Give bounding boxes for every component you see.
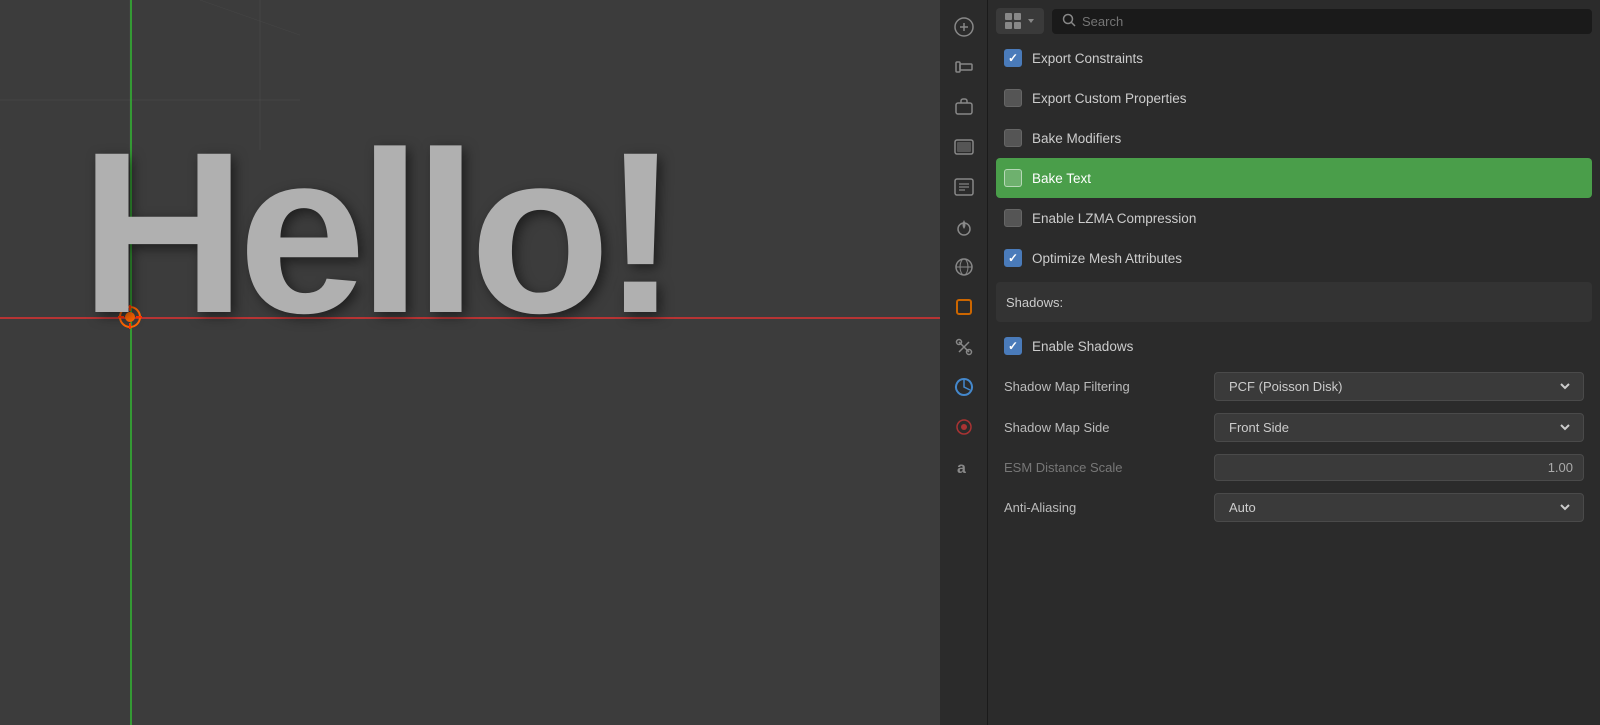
enable-lzma-checkbox[interactable] [1004,209,1022,227]
esm-distance-scale-field[interactable]: 1.00 [1214,454,1584,481]
bake-text-checkbox[interactable] [1004,169,1022,187]
output-icon[interactable] [945,168,983,206]
shadows-header-label: Shadows: [1006,295,1582,310]
export-constraints-row[interactable]: Export Constraints [996,38,1592,78]
dropdown-chevron-icon [1026,16,1036,26]
shadow-map-side-row: Shadow Map Side Front Side Back Side Bot… [996,407,1592,448]
shadow-map-side-select[interactable]: Front Side Back Side Both Sides [1225,419,1573,436]
enable-lzma-label: Enable LZMA Compression [1032,211,1584,226]
export-custom-properties-row[interactable]: Export Custom Properties [996,78,1592,118]
object-icon[interactable] [945,288,983,326]
hello-text-object: Hello! [80,100,671,365]
anti-aliasing-select[interactable]: Auto None 2x MSAA 4x MSAA 8x MSAA [1225,499,1573,516]
enable-lzma-row[interactable]: Enable LZMA Compression [996,198,1592,238]
settings-list: Export Constraints Export Custom Propert… [988,38,1600,725]
bake-modifiers-row[interactable]: Bake Modifiers [996,118,1592,158]
world-icon[interactable] [945,248,983,286]
esm-distance-scale-row: ESM Distance Scale 1.00 [996,448,1592,487]
search-input[interactable] [1082,14,1582,29]
constraint-icon[interactable] [945,328,983,366]
properties-panel: Export Constraints Export Custom Propert… [988,0,1600,725]
anti-aliasing-dropdown[interactable]: Auto None 2x MSAA 4x MSAA 8x MSAA [1214,493,1584,522]
enable-shadows-checkbox[interactable] [1004,337,1022,355]
3d-viewport[interactable]: Hello! [0,0,940,725]
bake-modifiers-checkbox[interactable] [1004,129,1022,147]
tool-icon[interactable] [945,8,983,46]
right-panel: a [940,0,1600,725]
enable-shadows-label: Enable Shadows [1032,339,1584,354]
scene-icon[interactable] [945,88,983,126]
shadows-section-header: Shadows: [996,282,1592,322]
data-icon[interactable] [945,408,983,446]
search-icon [1062,13,1076,30]
particles-icon[interactable]: a [945,448,983,486]
bake-modifiers-label: Bake Modifiers [1032,131,1584,146]
bake-text-row[interactable]: Bake Text [996,158,1592,198]
shadow-map-filtering-dropdown[interactable]: PCF (Poisson Disk) No Filtering ESM [1214,372,1584,401]
anti-aliasing-label: Anti-Aliasing [1004,500,1204,515]
shadow-map-filtering-select[interactable]: PCF (Poisson Disk) No Filtering ESM [1225,378,1573,395]
export-custom-properties-checkbox[interactable] [1004,89,1022,107]
optimize-mesh-label: Optimize Mesh Attributes [1032,251,1584,266]
export-custom-properties-label: Export Custom Properties [1032,91,1584,106]
shadow-map-filtering-row: Shadow Map Filtering PCF (Poisson Disk) … [996,366,1592,407]
shadow-map-side-dropdown[interactable]: Front Side Back Side Both Sides [1214,413,1584,442]
shadow-map-side-label: Shadow Map Side [1004,420,1204,435]
render-icon[interactable] [945,128,983,166]
esm-distance-scale-label: ESM Distance Scale [1004,460,1204,475]
wrench-icon[interactable] [945,48,983,86]
material-icon[interactable] [945,208,983,246]
optimize-mesh-checkbox[interactable] [1004,249,1022,267]
shadow-map-filtering-label: Shadow Map Filtering [1004,379,1204,394]
sidebar-icon-strip: a [940,0,988,725]
export-constraints-checkbox[interactable] [1004,49,1022,67]
optimize-mesh-row[interactable]: Optimize Mesh Attributes [996,238,1592,278]
export-constraints-label: Export Constraints [1032,51,1584,66]
search-container [1052,9,1592,34]
anti-aliasing-row: Anti-Aliasing Auto None 2x MSAA 4x MSAA … [996,487,1592,528]
modifier-icon[interactable] [945,368,983,406]
svg-text:a: a [957,460,966,477]
bake-text-label: Bake Text [1032,171,1584,186]
enable-shadows-row[interactable]: Enable Shadows [996,326,1592,366]
panel-dropdown-button[interactable] [996,8,1044,34]
